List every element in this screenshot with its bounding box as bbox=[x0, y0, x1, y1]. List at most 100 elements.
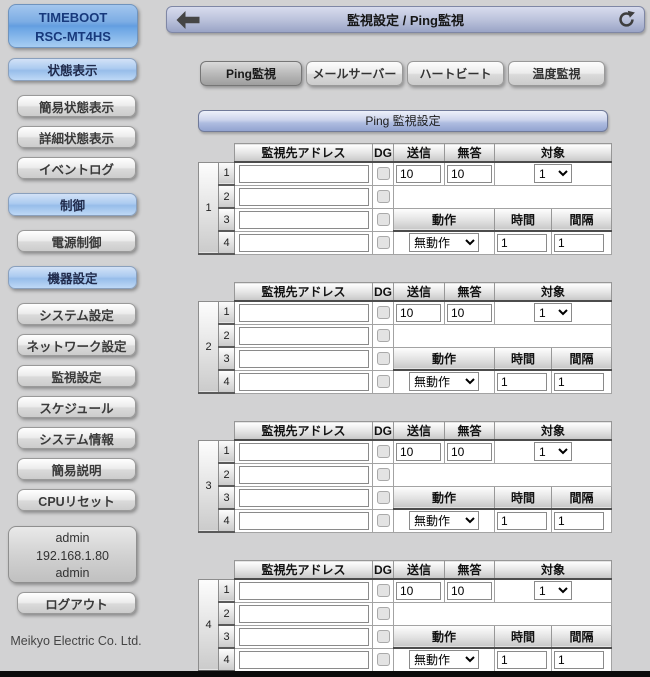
target-select[interactable]: 1 bbox=[534, 303, 572, 322]
dg-cell bbox=[373, 347, 394, 370]
back-arrow-icon[interactable] bbox=[175, 10, 201, 30]
send-count-input[interactable] bbox=[396, 165, 441, 183]
dg-checkbox[interactable] bbox=[377, 584, 390, 597]
address-cell bbox=[235, 463, 373, 486]
noreply-cell bbox=[445, 579, 495, 602]
time-cell bbox=[495, 648, 552, 671]
address-input[interactable] bbox=[239, 304, 369, 322]
address-input[interactable] bbox=[239, 605, 369, 623]
dg-checkbox[interactable] bbox=[377, 236, 390, 249]
time-input[interactable] bbox=[497, 651, 547, 669]
dg-checkbox[interactable] bbox=[377, 445, 390, 458]
col-header-target: 対象 bbox=[495, 283, 612, 302]
dg-cell bbox=[373, 625, 394, 648]
sidebar-item-detailed-status[interactable]: 詳細状態表示 bbox=[17, 126, 136, 148]
dg-checkbox[interactable] bbox=[377, 491, 390, 504]
address-input[interactable] bbox=[239, 165, 369, 183]
target-select[interactable]: 1 bbox=[534, 442, 572, 461]
device-title-button[interactable]: TIMEBOOT RSC-MT4HS bbox=[8, 4, 138, 48]
time-input[interactable] bbox=[497, 373, 547, 391]
address-input[interactable] bbox=[239, 512, 369, 530]
dg-checkbox[interactable] bbox=[377, 375, 390, 388]
sidebar-section-device-settings[interactable]: 機器設定 bbox=[8, 266, 137, 289]
noreply-count-input[interactable] bbox=[447, 304, 492, 322]
noreply-count-input[interactable] bbox=[447, 443, 492, 461]
dg-checkbox[interactable] bbox=[377, 190, 390, 203]
time-input[interactable] bbox=[497, 512, 547, 530]
sidebar-item-schedule[interactable]: スケジュール bbox=[17, 396, 136, 418]
sidebar-item-monitor-settings[interactable]: 監視設定 bbox=[17, 365, 136, 387]
target-select[interactable]: 1 bbox=[534, 581, 572, 600]
address-input[interactable] bbox=[239, 489, 369, 507]
dg-checkbox[interactable] bbox=[377, 329, 390, 342]
interval-input[interactable] bbox=[554, 512, 604, 530]
address-input[interactable] bbox=[239, 188, 369, 206]
action-select[interactable]: 無動作 bbox=[409, 650, 479, 669]
row-number: 2 bbox=[219, 602, 235, 625]
row-number: 3 bbox=[219, 347, 235, 370]
dg-checkbox[interactable] bbox=[377, 630, 390, 643]
sidebar-item-system-info[interactable]: システム情報 bbox=[17, 427, 136, 449]
action-select[interactable]: 無動作 bbox=[409, 511, 479, 530]
sidebar-item-system-settings[interactable]: システム設定 bbox=[17, 303, 136, 325]
device-name-line2: RSC-MT4HS bbox=[9, 27, 137, 46]
col-header-send: 送信 bbox=[394, 561, 445, 580]
sidebar-item-cpu-reset[interactable]: CPUリセット bbox=[17, 489, 136, 511]
logout-button[interactable]: ログアウト bbox=[17, 592, 136, 614]
address-input[interactable] bbox=[239, 234, 369, 252]
sidebar-item-power-control[interactable]: 電源制御 bbox=[17, 230, 136, 252]
tab-temperature[interactable]: 温度監視 bbox=[508, 61, 605, 86]
address-input[interactable] bbox=[239, 628, 369, 646]
dg-checkbox[interactable] bbox=[377, 468, 390, 481]
dg-checkbox[interactable] bbox=[377, 352, 390, 365]
col-header-address: 監視先アドレス bbox=[235, 422, 373, 441]
address-input[interactable] bbox=[239, 211, 369, 229]
interval-cell bbox=[552, 648, 612, 671]
dg-checkbox[interactable] bbox=[377, 514, 390, 527]
tab-mail-server[interactable]: メールサーバー bbox=[306, 61, 403, 86]
col-header-address: 監視先アドレス bbox=[235, 144, 373, 163]
send-cell bbox=[394, 301, 445, 324]
address-input[interactable] bbox=[239, 466, 369, 484]
interval-input[interactable] bbox=[554, 651, 604, 669]
col-header-interval: 間隔 bbox=[552, 347, 612, 370]
sidebar-section-control[interactable]: 制御 bbox=[8, 193, 137, 216]
target-select[interactable]: 1 bbox=[534, 164, 572, 183]
address-input[interactable] bbox=[239, 373, 369, 391]
dg-checkbox[interactable] bbox=[377, 607, 390, 620]
time-input[interactable] bbox=[497, 234, 547, 252]
refresh-icon[interactable] bbox=[617, 10, 636, 29]
dg-checkbox[interactable] bbox=[377, 306, 390, 319]
sidebar-section-status-display[interactable]: 状態表示 bbox=[8, 58, 137, 81]
tab-ping-monitor[interactable]: Ping監視 bbox=[200, 61, 302, 86]
table-corner-spacer bbox=[199, 422, 235, 441]
noreply-count-input[interactable] bbox=[447, 165, 492, 183]
col-header-time: 時間 bbox=[495, 347, 552, 370]
sidebar-item-event-log[interactable]: イベントログ bbox=[17, 157, 136, 179]
table-corner-spacer bbox=[199, 561, 235, 580]
tab-heartbeat[interactable]: ハートビート bbox=[407, 61, 504, 86]
address-input[interactable] bbox=[239, 350, 369, 368]
noreply-count-input[interactable] bbox=[447, 582, 492, 600]
address-input[interactable] bbox=[239, 443, 369, 461]
action-cell: 無動作 bbox=[394, 648, 495, 671]
dg-checkbox[interactable] bbox=[377, 213, 390, 226]
address-input[interactable] bbox=[239, 582, 369, 600]
send-count-input[interactable] bbox=[396, 582, 441, 600]
time-cell bbox=[495, 509, 552, 532]
interval-input[interactable] bbox=[554, 234, 604, 252]
address-input[interactable] bbox=[239, 327, 369, 345]
action-select[interactable]: 無動作 bbox=[409, 233, 479, 252]
col-header-action: 動作 bbox=[394, 486, 495, 509]
action-select[interactable]: 無動作 bbox=[409, 372, 479, 391]
interval-input[interactable] bbox=[554, 373, 604, 391]
address-input[interactable] bbox=[239, 651, 369, 669]
sidebar-item-quick-guide[interactable]: 簡易説明 bbox=[17, 458, 136, 480]
sidebar-item-simple-status[interactable]: 簡易状態表示 bbox=[17, 95, 136, 117]
dg-checkbox[interactable] bbox=[377, 167, 390, 180]
sidebar-item-network-settings[interactable]: ネットワーク設定 bbox=[17, 334, 136, 356]
send-count-input[interactable] bbox=[396, 443, 441, 461]
send-count-input[interactable] bbox=[396, 304, 441, 322]
col-header-time: 時間 bbox=[495, 486, 552, 509]
dg-checkbox[interactable] bbox=[377, 653, 390, 666]
